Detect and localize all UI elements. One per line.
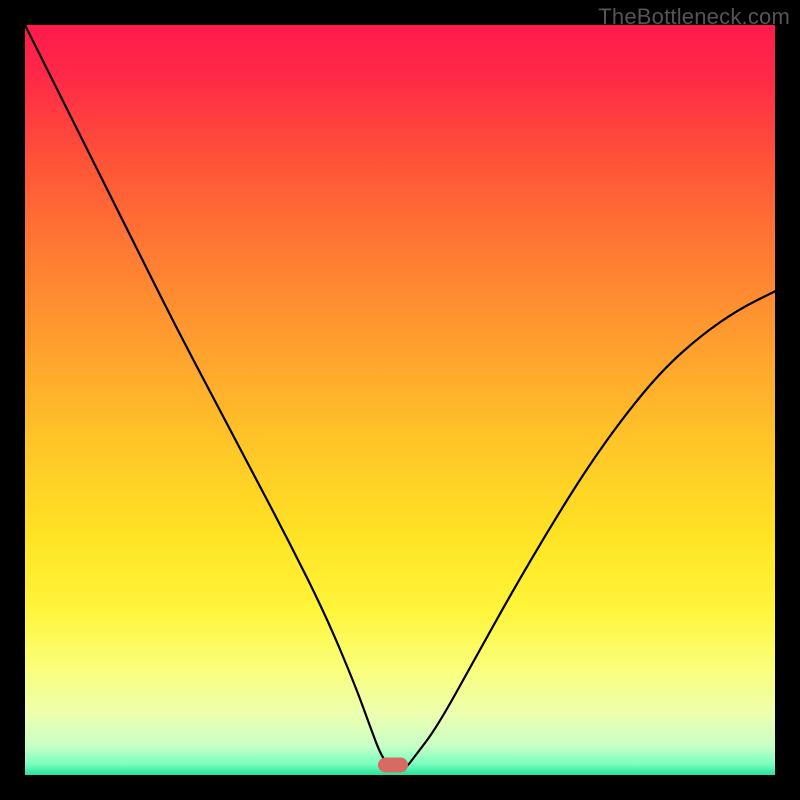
bottleneck-curve [25,25,775,771]
plot-area [25,25,775,775]
minimum-marker [378,758,408,773]
curve-layer [25,25,775,775]
chart-frame: TheBottleneck.com [0,0,800,800]
watermark-text: TheBottleneck.com [598,4,790,30]
